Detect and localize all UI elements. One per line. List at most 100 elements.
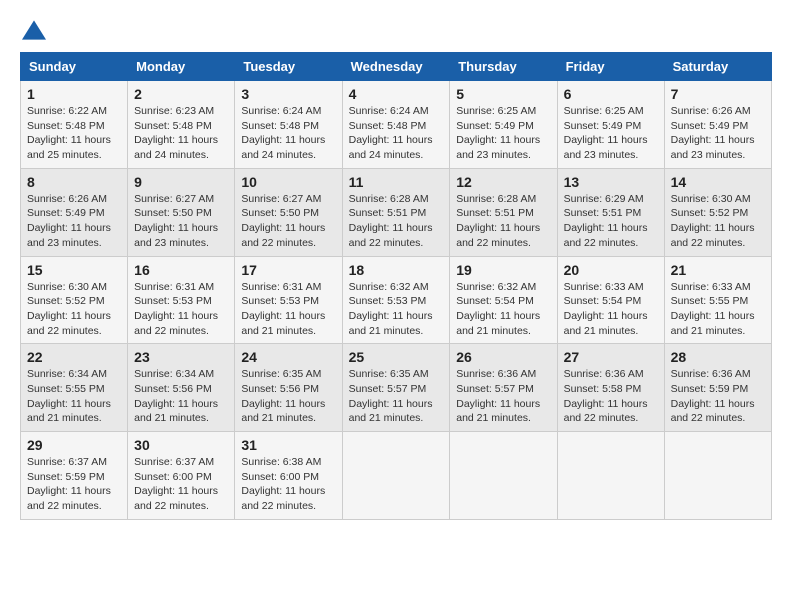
calendar-cell: 7 Sunrise: 6:26 AMSunset: 5:49 PMDayligh… <box>664 81 771 169</box>
calendar-cell: 16 Sunrise: 6:31 AMSunset: 5:53 PMDaylig… <box>128 256 235 344</box>
day-number: 2 <box>134 86 228 102</box>
calendar-week-4: 22 Sunrise: 6:34 AMSunset: 5:55 PMDaylig… <box>21 344 772 432</box>
calendar-header-row: SundayMondayTuesdayWednesdayThursdayFrid… <box>21 53 772 81</box>
day-number: 5 <box>456 86 550 102</box>
calendar-cell <box>557 432 664 520</box>
calendar-week-3: 15 Sunrise: 6:30 AMSunset: 5:52 PMDaylig… <box>21 256 772 344</box>
calendar-cell: 31 Sunrise: 6:38 AMSunset: 6:00 PMDaylig… <box>235 432 342 520</box>
day-info: Sunrise: 6:27 AMSunset: 5:50 PMDaylight:… <box>241 192 335 251</box>
calendar-header-tuesday: Tuesday <box>235 53 342 81</box>
day-info: Sunrise: 6:31 AMSunset: 5:53 PMDaylight:… <box>241 280 335 339</box>
day-info: Sunrise: 6:36 AMSunset: 5:58 PMDaylight:… <box>564 367 658 426</box>
day-info: Sunrise: 6:32 AMSunset: 5:53 PMDaylight:… <box>349 280 444 339</box>
day-info: Sunrise: 6:31 AMSunset: 5:53 PMDaylight:… <box>134 280 228 339</box>
day-number: 14 <box>671 174 765 190</box>
day-number: 3 <box>241 86 335 102</box>
calendar-cell: 9 Sunrise: 6:27 AMSunset: 5:50 PMDayligh… <box>128 168 235 256</box>
day-info: Sunrise: 6:33 AMSunset: 5:54 PMDaylight:… <box>564 280 658 339</box>
logo <box>20 20 46 36</box>
calendar-cell: 8 Sunrise: 6:26 AMSunset: 5:49 PMDayligh… <box>21 168 128 256</box>
day-info: Sunrise: 6:26 AMSunset: 5:49 PMDaylight:… <box>27 192 121 251</box>
calendar-week-2: 8 Sunrise: 6:26 AMSunset: 5:49 PMDayligh… <box>21 168 772 256</box>
day-info: Sunrise: 6:28 AMSunset: 5:51 PMDaylight:… <box>456 192 550 251</box>
calendar-cell: 28 Sunrise: 6:36 AMSunset: 5:59 PMDaylig… <box>664 344 771 432</box>
calendar-cell: 22 Sunrise: 6:34 AMSunset: 5:55 PMDaylig… <box>21 344 128 432</box>
calendar-cell: 30 Sunrise: 6:37 AMSunset: 6:00 PMDaylig… <box>128 432 235 520</box>
calendar-cell: 6 Sunrise: 6:25 AMSunset: 5:49 PMDayligh… <box>557 81 664 169</box>
calendar-header-wednesday: Wednesday <box>342 53 450 81</box>
day-info: Sunrise: 6:33 AMSunset: 5:55 PMDaylight:… <box>671 280 765 339</box>
day-number: 27 <box>564 349 658 365</box>
day-number: 6 <box>564 86 658 102</box>
calendar-cell: 3 Sunrise: 6:24 AMSunset: 5:48 PMDayligh… <box>235 81 342 169</box>
day-info: Sunrise: 6:35 AMSunset: 5:56 PMDaylight:… <box>241 367 335 426</box>
calendar-cell: 21 Sunrise: 6:33 AMSunset: 5:55 PMDaylig… <box>664 256 771 344</box>
day-info: Sunrise: 6:28 AMSunset: 5:51 PMDaylight:… <box>349 192 444 251</box>
day-info: Sunrise: 6:24 AMSunset: 5:48 PMDaylight:… <box>349 104 444 163</box>
day-info: Sunrise: 6:29 AMSunset: 5:51 PMDaylight:… <box>564 192 658 251</box>
day-number: 7 <box>671 86 765 102</box>
calendar-cell: 18 Sunrise: 6:32 AMSunset: 5:53 PMDaylig… <box>342 256 450 344</box>
calendar-cell: 4 Sunrise: 6:24 AMSunset: 5:48 PMDayligh… <box>342 81 450 169</box>
calendar-table: SundayMondayTuesdayWednesdayThursdayFrid… <box>20 52 772 520</box>
calendar-cell <box>664 432 771 520</box>
day-number: 26 <box>456 349 550 365</box>
day-number: 23 <box>134 349 228 365</box>
calendar-cell: 20 Sunrise: 6:33 AMSunset: 5:54 PMDaylig… <box>557 256 664 344</box>
calendar-cell: 11 Sunrise: 6:28 AMSunset: 5:51 PMDaylig… <box>342 168 450 256</box>
day-info: Sunrise: 6:34 AMSunset: 5:56 PMDaylight:… <box>134 367 228 426</box>
day-number: 11 <box>349 174 444 190</box>
day-number: 30 <box>134 437 228 453</box>
day-number: 19 <box>456 262 550 278</box>
day-number: 22 <box>27 349 121 365</box>
calendar-cell: 26 Sunrise: 6:36 AMSunset: 5:57 PMDaylig… <box>450 344 557 432</box>
day-number: 1 <box>27 86 121 102</box>
calendar-cell: 19 Sunrise: 6:32 AMSunset: 5:54 PMDaylig… <box>450 256 557 344</box>
day-info: Sunrise: 6:36 AMSunset: 5:57 PMDaylight:… <box>456 367 550 426</box>
calendar-header-saturday: Saturday <box>664 53 771 81</box>
day-number: 10 <box>241 174 335 190</box>
calendar-cell: 25 Sunrise: 6:35 AMSunset: 5:57 PMDaylig… <box>342 344 450 432</box>
day-number: 31 <box>241 437 335 453</box>
day-info: Sunrise: 6:27 AMSunset: 5:50 PMDaylight:… <box>134 192 228 251</box>
day-info: Sunrise: 6:25 AMSunset: 5:49 PMDaylight:… <box>456 104 550 163</box>
day-number: 29 <box>27 437 121 453</box>
calendar-header-thursday: Thursday <box>450 53 557 81</box>
calendar-cell: 10 Sunrise: 6:27 AMSunset: 5:50 PMDaylig… <box>235 168 342 256</box>
day-info: Sunrise: 6:24 AMSunset: 5:48 PMDaylight:… <box>241 104 335 163</box>
day-number: 21 <box>671 262 765 278</box>
day-number: 18 <box>349 262 444 278</box>
day-info: Sunrise: 6:23 AMSunset: 5:48 PMDaylight:… <box>134 104 228 163</box>
day-info: Sunrise: 6:30 AMSunset: 5:52 PMDaylight:… <box>27 280 121 339</box>
calendar-week-1: 1 Sunrise: 6:22 AMSunset: 5:48 PMDayligh… <box>21 81 772 169</box>
day-info: Sunrise: 6:36 AMSunset: 5:59 PMDaylight:… <box>671 367 765 426</box>
page-header <box>20 20 772 36</box>
calendar-cell: 23 Sunrise: 6:34 AMSunset: 5:56 PMDaylig… <box>128 344 235 432</box>
calendar-cell: 13 Sunrise: 6:29 AMSunset: 5:51 PMDaylig… <box>557 168 664 256</box>
day-info: Sunrise: 6:37 AMSunset: 5:59 PMDaylight:… <box>27 455 121 514</box>
day-info: Sunrise: 6:38 AMSunset: 6:00 PMDaylight:… <box>241 455 335 514</box>
day-info: Sunrise: 6:34 AMSunset: 5:55 PMDaylight:… <box>27 367 121 426</box>
calendar-header-monday: Monday <box>128 53 235 81</box>
calendar-cell: 29 Sunrise: 6:37 AMSunset: 5:59 PMDaylig… <box>21 432 128 520</box>
day-info: Sunrise: 6:30 AMSunset: 5:52 PMDaylight:… <box>671 192 765 251</box>
day-info: Sunrise: 6:37 AMSunset: 6:00 PMDaylight:… <box>134 455 228 514</box>
day-number: 4 <box>349 86 444 102</box>
calendar-cell <box>450 432 557 520</box>
day-number: 25 <box>349 349 444 365</box>
day-info: Sunrise: 6:25 AMSunset: 5:49 PMDaylight:… <box>564 104 658 163</box>
calendar-week-5: 29 Sunrise: 6:37 AMSunset: 5:59 PMDaylig… <box>21 432 772 520</box>
day-number: 16 <box>134 262 228 278</box>
day-number: 9 <box>134 174 228 190</box>
day-info: Sunrise: 6:35 AMSunset: 5:57 PMDaylight:… <box>349 367 444 426</box>
calendar-cell: 12 Sunrise: 6:28 AMSunset: 5:51 PMDaylig… <box>450 168 557 256</box>
calendar-cell: 15 Sunrise: 6:30 AMSunset: 5:52 PMDaylig… <box>21 256 128 344</box>
calendar-cell: 1 Sunrise: 6:22 AMSunset: 5:48 PMDayligh… <box>21 81 128 169</box>
day-number: 12 <box>456 174 550 190</box>
calendar-header-friday: Friday <box>557 53 664 81</box>
calendar-cell: 14 Sunrise: 6:30 AMSunset: 5:52 PMDaylig… <box>664 168 771 256</box>
calendar-cell: 2 Sunrise: 6:23 AMSunset: 5:48 PMDayligh… <box>128 81 235 169</box>
day-number: 17 <box>241 262 335 278</box>
calendar-cell: 24 Sunrise: 6:35 AMSunset: 5:56 PMDaylig… <box>235 344 342 432</box>
day-number: 15 <box>27 262 121 278</box>
